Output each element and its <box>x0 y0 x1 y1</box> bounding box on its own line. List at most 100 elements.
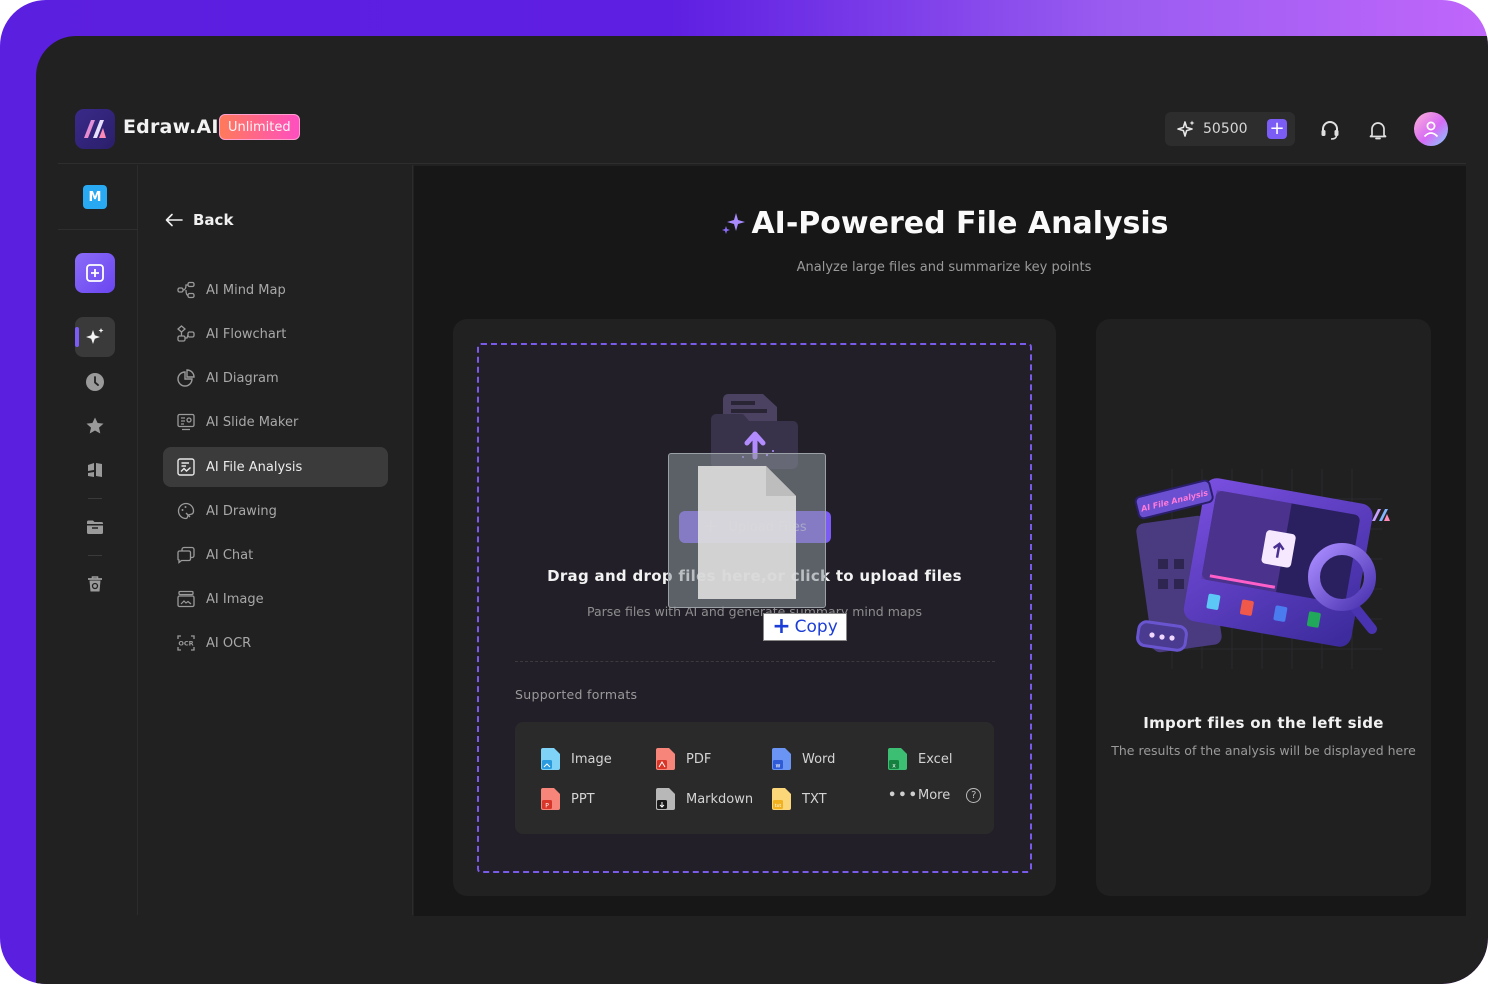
sidebar-item-ai-drawing[interactable]: AI Drawing <box>163 491 388 531</box>
format-markdown[interactable]: Markdown <box>656 788 753 810</box>
credits-count: 50500 <box>1203 121 1248 137</box>
page-title: AI-Powered File Analysis <box>719 206 1169 241</box>
sidebar-item-label: AI Slide Maker <box>206 414 299 430</box>
supported-formats-list: Image PDF w Word x Excel P PPT Markdown … <box>515 722 994 834</box>
rail-my-files[interactable] <box>75 507 115 547</box>
desktop-background: Edraw.AI Unlimited 50500 + M Back AI Min… <box>0 0 1488 984</box>
recycle-bin-icon <box>88 576 102 592</box>
add-credits-button[interactable]: + <box>1267 119 1287 139</box>
format-label: PPT <box>571 791 595 807</box>
logo-mark-icon <box>84 120 106 138</box>
format-label: Word <box>802 751 836 767</box>
supported-formats-label: Supported formats <box>515 687 638 702</box>
format-label: PDF <box>686 751 712 767</box>
upload-panel: + Upload Files Drag and drop files here,… <box>453 319 1056 896</box>
sidebar-item-label: AI Image <box>206 591 264 607</box>
brand-name: Edraw.AI <box>123 116 219 138</box>
image-icon <box>177 590 195 608</box>
page-title-text: AI-Powered File Analysis <box>751 206 1169 241</box>
user-avatar[interactable] <box>1414 112 1448 146</box>
rail-favorites[interactable] <box>75 406 115 446</box>
headset-icon[interactable] <box>1318 118 1342 142</box>
sparkle-icon <box>86 328 104 344</box>
ai-tools-sidebar: Back AI Mind Map AI Flowchart AI Diagram… <box>139 165 413 915</box>
sidebar-item-label: AI Diagram <box>206 370 279 386</box>
svg-text:x: x <box>892 763 896 770</box>
file-analysis-illustration: AI File Analysis <box>1134 469 1390 669</box>
pdf-file-icon <box>656 748 675 770</box>
sidebar-item-label: AI Chat <box>206 547 254 563</box>
palette-icon <box>177 502 195 520</box>
sidebar-item-ai-flowchart[interactable]: AI Flowchart <box>163 314 388 354</box>
sidebar-item-label: AI Flowchart <box>206 326 287 342</box>
sidebar-item-ai-diagram[interactable]: AI Diagram <box>163 358 388 398</box>
icon-rail: M <box>58 165 138 915</box>
format-pdf[interactable]: PDF <box>656 748 711 770</box>
sidebar-item-ai-chat[interactable]: AI Chat <box>163 535 388 575</box>
sidebar-item-ai-mind-map[interactable]: AI Mind Map <box>163 270 388 310</box>
clock-icon <box>86 373 104 391</box>
workspace-avatar[interactable]: M <box>83 185 107 209</box>
format-word[interactable]: w Word <box>772 748 835 770</box>
format-label: Markdown <box>686 791 754 807</box>
sidebar-item-label: AI Drawing <box>206 503 277 519</box>
format-txt[interactable]: txt TXT <box>772 788 827 810</box>
plan-badge[interactable]: Unlimited <box>219 114 300 140</box>
sidebar-item-ai-file-analysis[interactable]: AI File Analysis <box>163 447 388 487</box>
arrow-left-icon <box>165 213 183 227</box>
star-icon <box>86 417 104 434</box>
sidebar-item-label: AI OCR <box>206 635 252 651</box>
results-subtitle: The results of the analysis will be disp… <box>1111 743 1416 758</box>
word-file-icon: w <box>772 748 791 770</box>
txt-file-icon: txt <box>772 788 791 810</box>
sidebar-item-ai-slide-maker[interactable]: AI Slide Maker <box>163 402 388 442</box>
rail-recent[interactable] <box>75 362 115 402</box>
rail-trash[interactable] <box>75 564 115 604</box>
templates-icon <box>88 463 102 477</box>
svg-text:w: w <box>776 763 781 770</box>
excel-file-icon: x <box>888 748 907 770</box>
rail-ai-tools[interactable] <box>75 317 115 357</box>
back-button[interactable]: Back <box>165 211 233 229</box>
copy-label: Copy <box>794 617 838 637</box>
mind-map-icon <box>177 281 195 299</box>
results-title: Import files on the left side <box>1143 714 1384 732</box>
svg-text:txt: txt <box>775 803 781 809</box>
format-label: TXT <box>802 791 827 807</box>
sparkle-icon <box>1177 120 1195 137</box>
rail-divider <box>88 555 102 556</box>
rail-divider <box>88 498 102 499</box>
rail-templates[interactable] <box>75 450 115 490</box>
ppt-file-icon: P <box>541 788 560 810</box>
more-dots-icon: ••• <box>888 788 919 803</box>
format-excel[interactable]: x Excel <box>888 748 952 770</box>
user-icon <box>1423 121 1439 138</box>
edraw-logo[interactable] <box>75 109 115 149</box>
sidebar-item-label: AI File Analysis <box>206 459 303 475</box>
sidebar-item-ai-image[interactable]: AI Image <box>163 579 388 619</box>
app-window: Edraw.AI Unlimited 50500 + M Back AI Min… <box>36 36 1488 984</box>
ocr-icon: OCR <box>177 635 195 651</box>
rail-divider <box>58 229 138 230</box>
format-image[interactable]: Image <box>541 748 612 770</box>
notification-bell-icon[interactable] <box>1366 118 1390 142</box>
format-label: Excel <box>918 751 953 767</box>
help-icon[interactable]: ? <box>966 788 982 803</box>
new-file-button[interactable] <box>75 253 115 293</box>
format-label: More <box>918 788 951 803</box>
back-label: Back <box>193 211 234 229</box>
add-square-icon <box>86 264 104 282</box>
credits-widget[interactable]: 50500 + <box>1165 112 1295 146</box>
format-label: Image <box>571 751 612 767</box>
chat-icon <box>177 546 195 564</box>
flowchart-icon <box>177 325 195 342</box>
format-more[interactable]: ••• More ? <box>888 788 982 803</box>
page-subtitle: Analyze large files and summarize key po… <box>796 260 1092 275</box>
drag-copy-tooltip: + Copy <box>763 613 847 641</box>
format-ppt[interactable]: P PPT <box>541 788 595 810</box>
sparkles-icon <box>722 212 746 234</box>
sidebar-item-ai-ocr[interactable]: OCR AI OCR <box>163 623 388 663</box>
main-content: AI-Powered File Analysis Analyze large f… <box>414 166 1466 916</box>
file-dropzone[interactable]: + Upload Files Drag and drop files here,… <box>477 343 1032 873</box>
folder-icon <box>87 520 103 534</box>
